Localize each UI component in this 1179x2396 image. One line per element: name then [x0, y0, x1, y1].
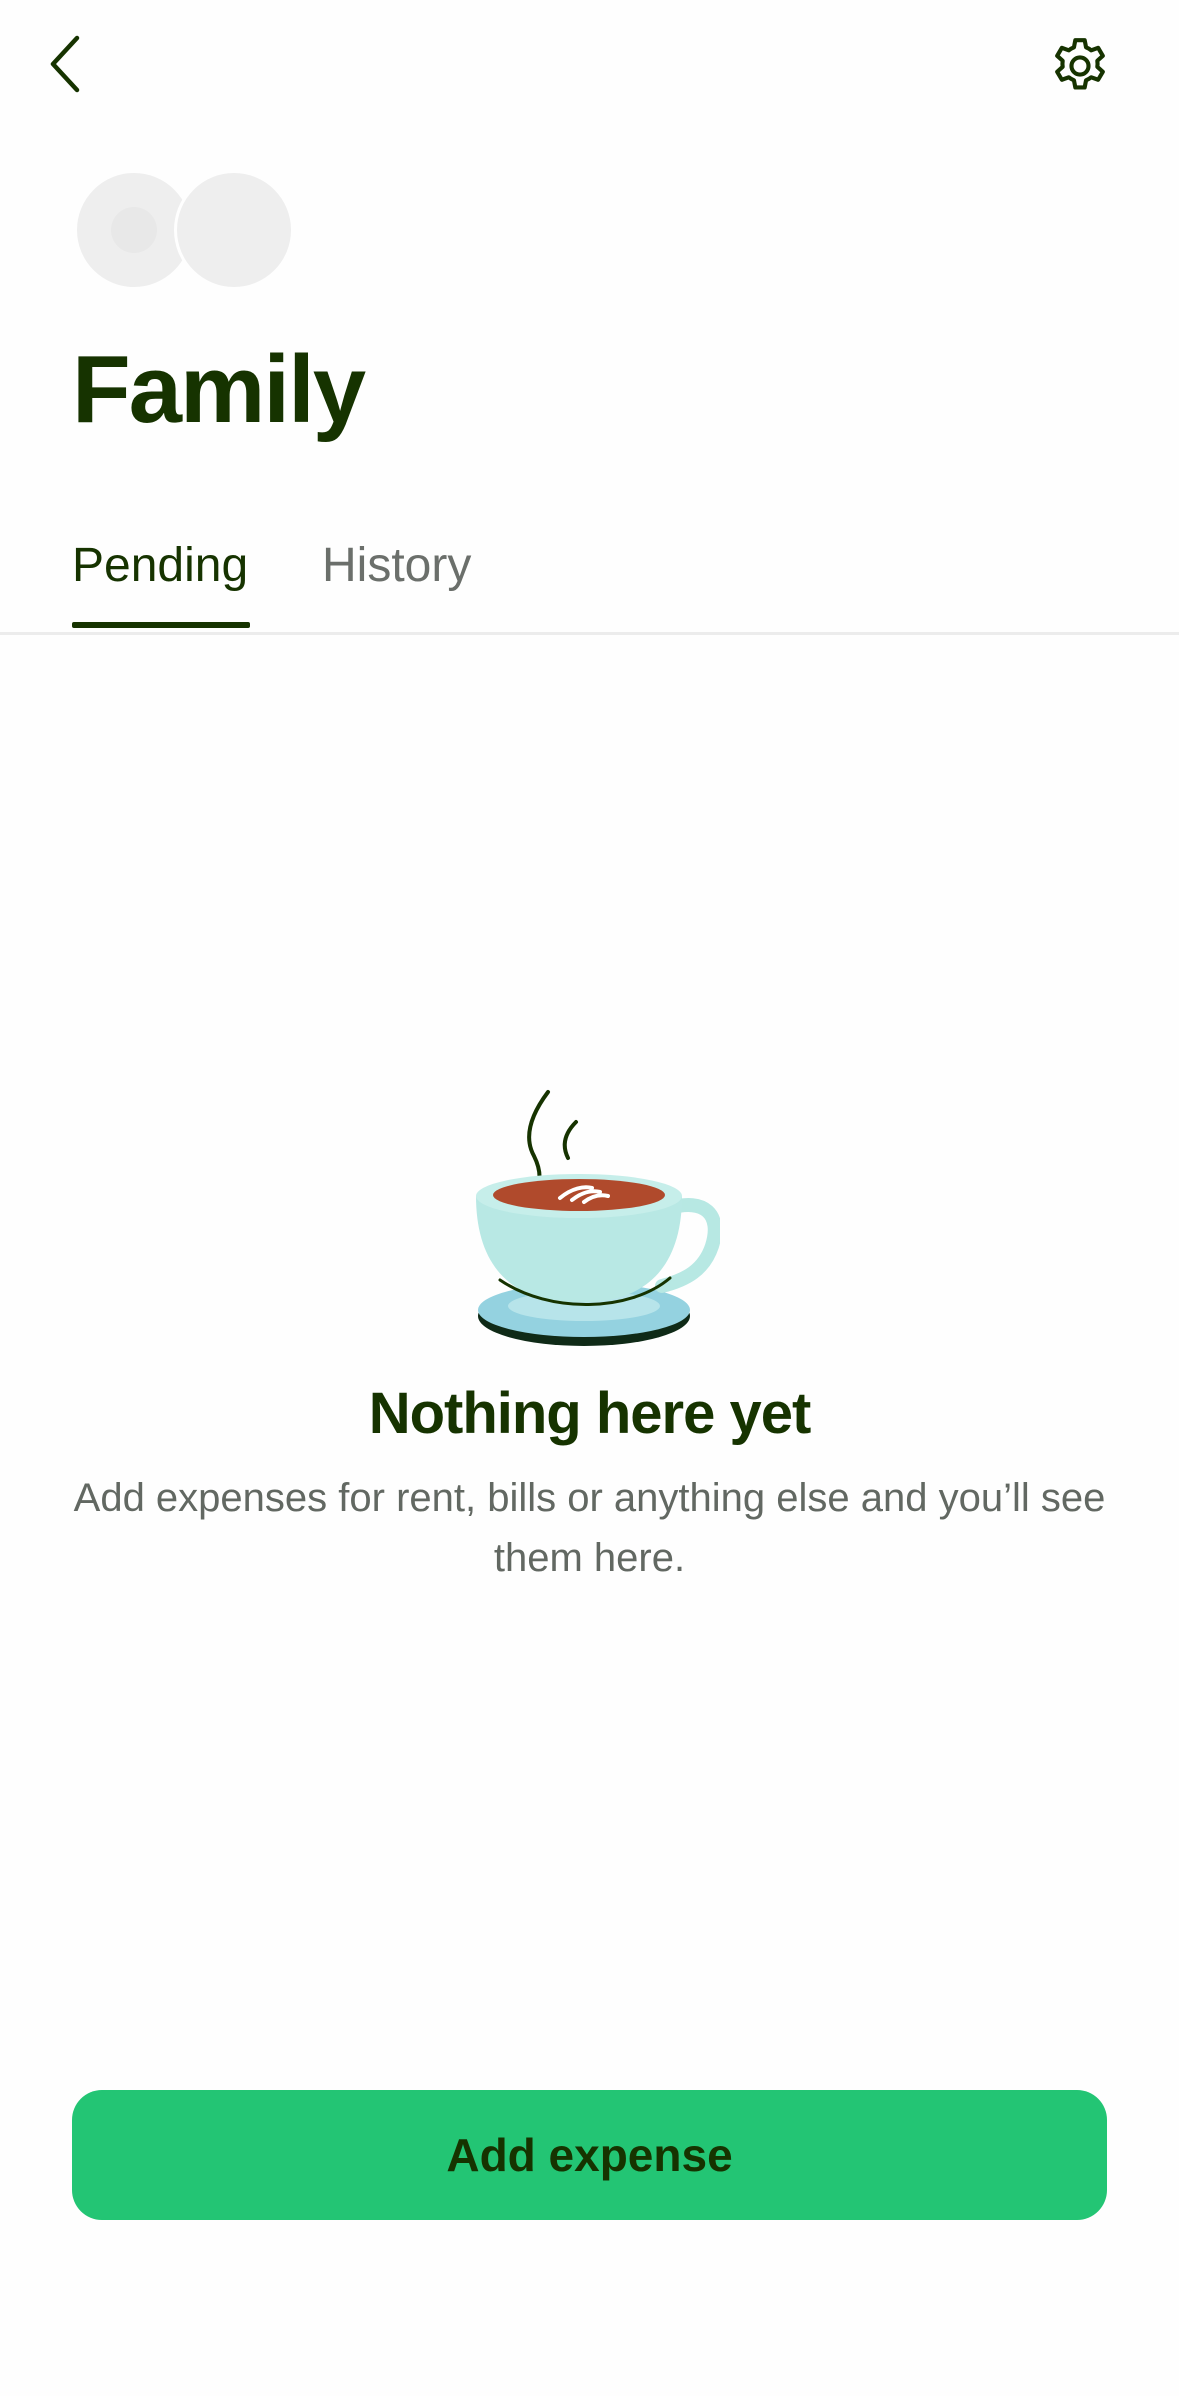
page-title: Family	[72, 336, 366, 443]
back-button[interactable]	[30, 24, 100, 104]
settings-button[interactable]	[1040, 26, 1120, 106]
coffee-cup-illustration	[475, 1090, 720, 1346]
gear-icon	[1055, 38, 1105, 90]
tab-history[interactable]: History	[322, 524, 471, 608]
active-tab-indicator	[72, 622, 250, 628]
avatar	[174, 170, 294, 290]
member-avatars	[74, 170, 304, 292]
empty-state: Nothing here yet Add expenses for rent, …	[0, 1080, 1179, 1588]
empty-state-description: Add expenses for rent, bills or anything…	[73, 1476, 1106, 1580]
empty-state-title: Nothing here yet	[368, 1381, 812, 1446]
chevron-left-icon	[50, 35, 80, 93]
add-expense-button[interactable]: Add expense	[72, 2090, 1107, 2220]
tab-pending[interactable]: Pending	[72, 524, 248, 608]
top-bar	[0, 0, 1179, 130]
tab-bar: Pending History	[0, 510, 1179, 635]
